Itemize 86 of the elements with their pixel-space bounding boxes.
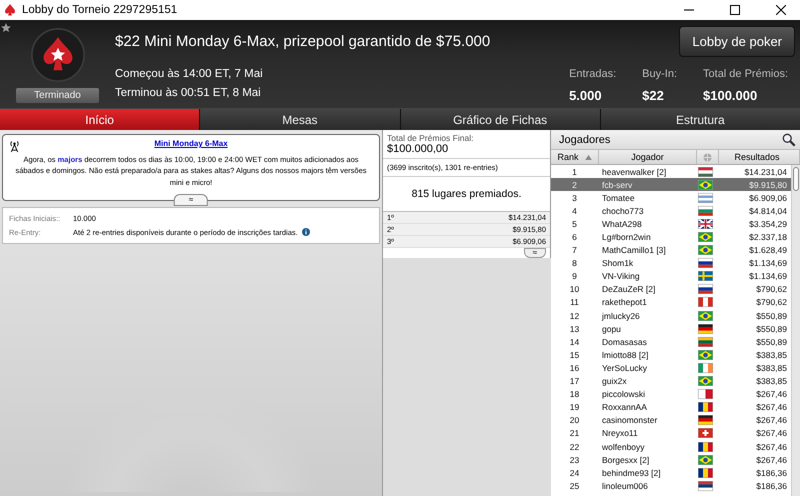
player-row[interactable]: 11 rakethepot1 $790,62 [551, 296, 791, 310]
prize-total: $100.000,00 [387, 143, 450, 155]
expand-tab[interactable]: ≈ [524, 248, 546, 258]
flag-icon [698, 389, 713, 400]
column-header[interactable]: Jogador [599, 150, 697, 164]
start-time: Começou às 14:00 ET, 7 Mai [115, 68, 263, 80]
player-row[interactable]: 23 Borgesxx [2] $267,46 [551, 453, 791, 466]
stat-value: $100.000 [703, 88, 758, 103]
player-row[interactable]: 13 gopu $550,89 [551, 322, 791, 336]
flag-icon [698, 166, 713, 177]
player-row[interactable]: 18 piccolowski $267,46 [551, 388, 791, 401]
flag-icon [698, 232, 713, 242]
player-row[interactable]: 17 guix2x $383,85 [551, 374, 791, 388]
news-title-link[interactable]: Mini Monday 6-Max [154, 139, 228, 148]
end-time: Terminou às 00:51 ET, 8 Mai [115, 87, 262, 99]
flag-icon [698, 480, 713, 491]
player-row[interactable]: 25 linoleum006 $186,36 [551, 479, 791, 492]
broadcast-antenna-icon [9, 140, 20, 153]
column-header[interactable]: Resultados [719, 150, 800, 164]
window-title: Lobby do Torneio 2297295151 [22, 4, 178, 16]
player-row[interactable]: 16 YerSoLucky $383,85 [551, 361, 791, 374]
player-row[interactable]: 14 Domasasas $550,89 [551, 335, 791, 348]
flag-icon [698, 350, 713, 360]
flag-icon [698, 415, 713, 426]
player-row[interactable]: 7 MathCamillo1 [3] $1.628,49 [551, 244, 791, 257]
flag-icon [698, 192, 713, 203]
flag-icon [698, 245, 713, 256]
globe-icon [703, 152, 712, 162]
flag-icon [698, 297, 713, 308]
player-row[interactable]: 21 Nreyxo11 $267,46 [551, 426, 791, 440]
flag-icon [698, 376, 713, 386]
scrollbar[interactable] [791, 165, 800, 496]
player-row[interactable]: 5 WhatA298 $3.354,29 [551, 217, 791, 230]
flag-icon [698, 284, 713, 294]
app-logo-icon [4, 4, 16, 16]
flag-icon [698, 271, 713, 282]
maximize-icon[interactable] [730, 5, 740, 15]
player-row[interactable]: 8 Shom1k $1.134,69 [551, 256, 791, 270]
flag-icon [698, 180, 713, 190]
player-row[interactable]: 24 behindme93 [2] $186,36 [551, 466, 791, 480]
player-row[interactable]: 2 fcb-serv $9.915,80 [551, 178, 791, 192]
player-row[interactable]: 20 casinomonster $267,46 [551, 414, 791, 427]
stat-value: $22 [642, 88, 665, 103]
close-icon[interactable] [776, 5, 786, 15]
tab[interactable]: Início [0, 109, 200, 130]
flag-icon [698, 258, 713, 268]
player-row[interactable]: 10 DeZauZeR [2] $790,62 [551, 282, 791, 296]
tab[interactable]: Estrutura [600, 109, 800, 130]
flag-icon [698, 454, 713, 465]
poker-lobby-button[interactable]: Lobby de poker [679, 26, 795, 56]
flag-icon [698, 310, 713, 321]
flag-icon [698, 428, 713, 438]
favorite-star-icon[interactable] [0, 22, 12, 34]
flag-icon [698, 362, 713, 373]
stat-label: Total de Prémios: [703, 68, 788, 80]
status-label: Terminado [16, 88, 99, 103]
players-title: Jogadores [559, 134, 610, 146]
player-row[interactable]: 12 jmlucky26 $550,89 [551, 309, 791, 322]
player-row[interactable]: 19 RoxxannAA $267,46 [551, 400, 791, 414]
stat-label: Entradas: [569, 68, 616, 80]
player-row[interactable]: 9 VN-Viking $1.134,69 [551, 270, 791, 283]
player-row[interactable]: 3 Tomatee $6.909,06 [551, 191, 791, 204]
tab[interactable]: Gráfico de Fichas [400, 109, 600, 130]
tab[interactable]: Mesas [200, 109, 400, 130]
flag-icon [698, 218, 713, 229]
prize-total-label: Total de Prémios Final: [387, 133, 474, 143]
flag-icon [698, 402, 713, 412]
info-icon[interactable] [302, 228, 310, 236]
flag-icon [698, 336, 713, 347]
flag-icon [698, 324, 713, 334]
search-icon[interactable] [782, 132, 796, 146]
player-row[interactable]: 15 lmiotto88 [2] $383,85 [551, 348, 791, 362]
stat-value: 5.000 [569, 88, 603, 103]
spade-logo-icon [30, 28, 84, 82]
player-row[interactable]: 1 heavenwalker [2] $14.231,04 [551, 165, 791, 178]
player-row[interactable]: 6 Lg#born2win $2.337,18 [551, 230, 791, 244]
flag-icon [698, 442, 713, 452]
column-header[interactable]: Rank [551, 150, 599, 164]
flag-icon [698, 206, 713, 216]
sort-ascending-icon [584, 154, 592, 160]
player-row[interactable]: 4 chocho773 $4.814,04 [551, 204, 791, 218]
tournament-title: $22 Mini Monday 6-Max, prizepool garantido de $75.000 [115, 32, 490, 50]
collapse-tab[interactable]: ≈ [174, 194, 208, 206]
stat-label: Buy-In: [642, 68, 678, 80]
player-row[interactable]: 22 wolfenboyy $267,46 [551, 440, 791, 454]
flag-icon [698, 468, 713, 478]
